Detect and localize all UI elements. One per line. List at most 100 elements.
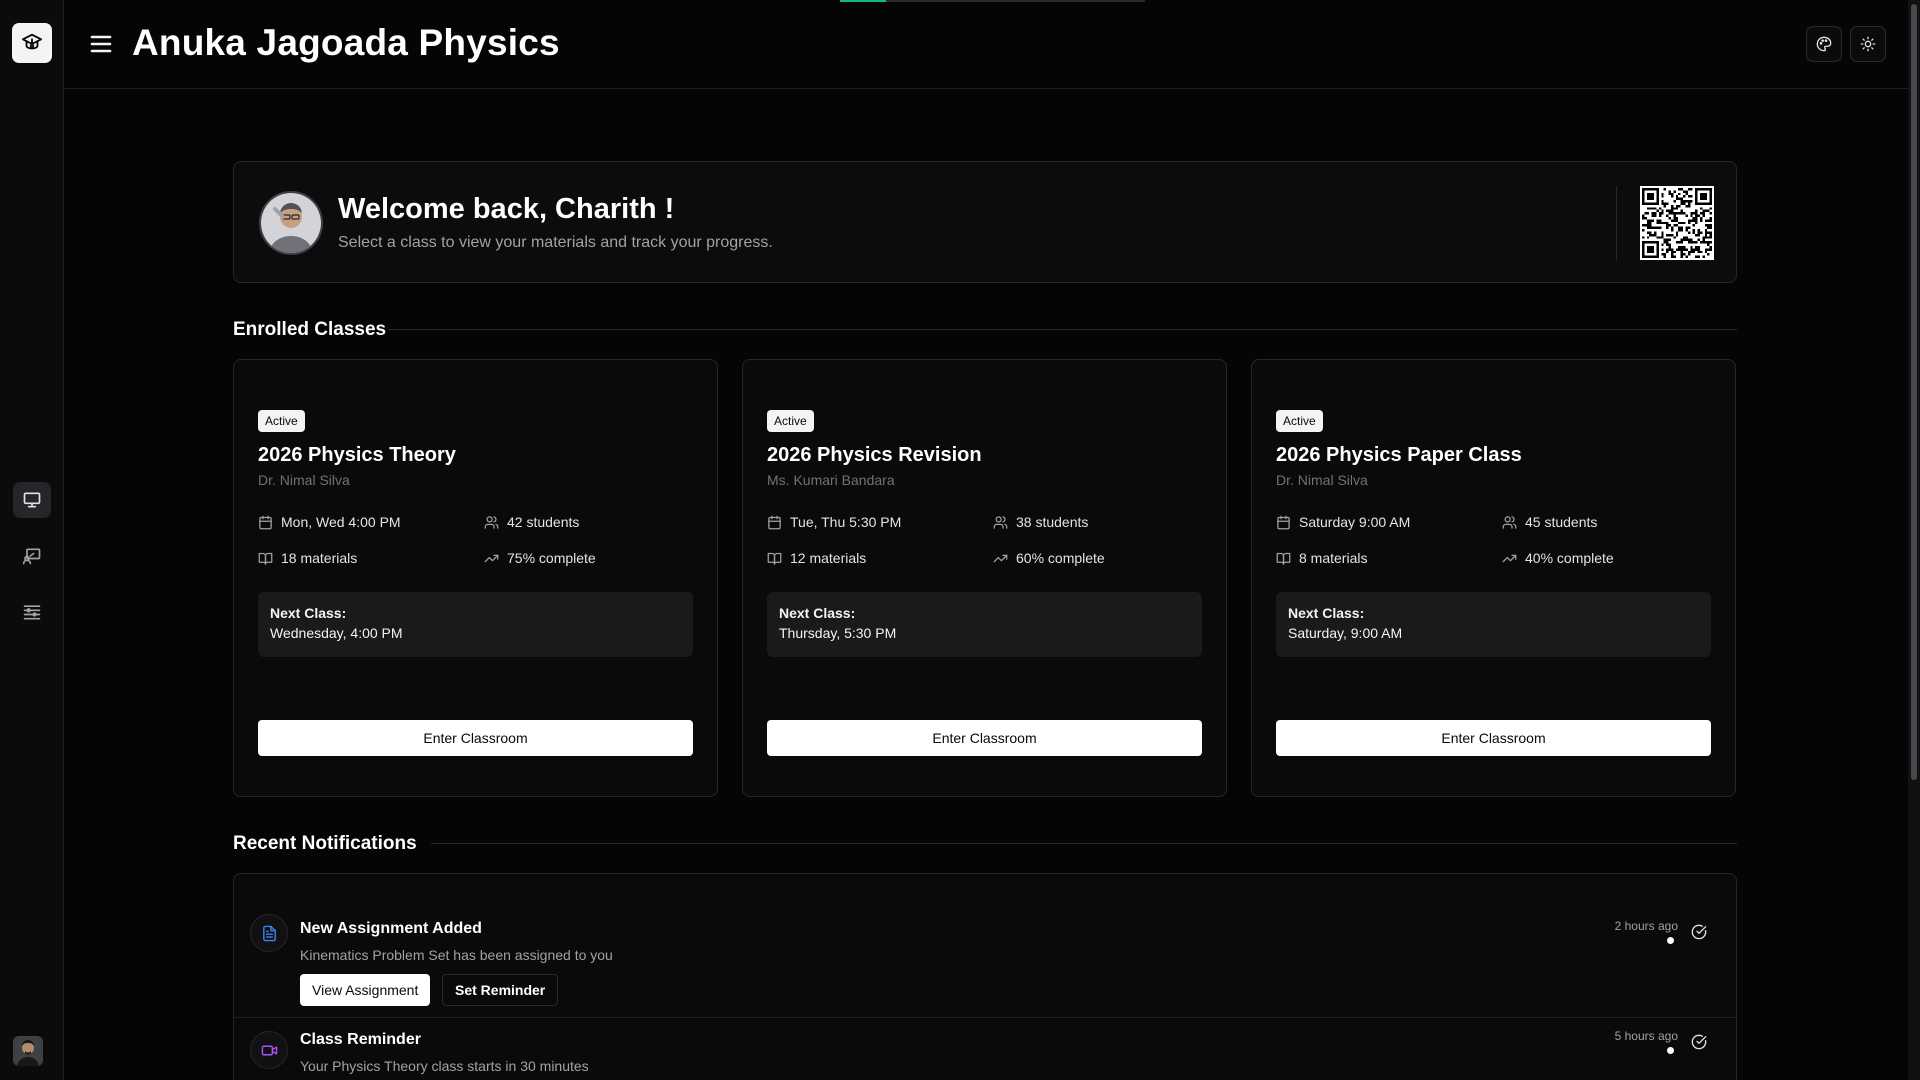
top-header: Anuka Jagoada Physics [64, 0, 1908, 89]
notification-icon [250, 914, 288, 952]
users-icon [484, 515, 499, 529]
enter-classroom-button[interactable]: Enter Classroom [1276, 720, 1711, 756]
notification-title: Class Reminder [300, 1031, 421, 1048]
app-title: Anuka Jagoada Physics [132, 22, 560, 63]
sidebar-item-settings[interactable] [13, 594, 51, 630]
status-badge: Active [1276, 410, 1323, 432]
next-class-time: Saturday, 9:00 AM [1288, 625, 1403, 641]
check-circle-icon [1691, 1034, 1707, 1050]
book-icon [258, 552, 273, 565]
next-class-time: Wednesday, 4:00 PM [270, 625, 403, 641]
class-card: Active 2026 Physics Theory Dr. Nimal Silva… [233, 359, 718, 797]
set-reminder-button[interactable]: Set Reminder [442, 974, 559, 1006]
class-students: 42 students [484, 514, 579, 530]
class-progress: 60% complete [993, 550, 1105, 566]
next-class-label: Next Class: [779, 605, 856, 621]
book-icon [767, 552, 782, 565]
class-title: 2026 Physics Paper Class [1276, 444, 1522, 466]
next-class-time: Thursday, 5:30 PM [779, 625, 897, 641]
presentation-icon [22, 548, 41, 565]
welcome-avatar [259, 191, 323, 255]
section-divider [431, 843, 1737, 844]
recent-notifications-heading: Recent Notifications [233, 833, 417, 854]
notification-title: New Assignment Added [300, 920, 482, 937]
class-schedule: Tue, Thu 5:30 PM [767, 514, 901, 530]
next-class-box: Next Class: Thursday, 5:30 PM [767, 592, 1202, 657]
check-circle-icon [1691, 924, 1707, 940]
enrolled-classes-heading: Enrolled Classes [233, 319, 387, 340]
welcome-subtitle: Select a class to view your materials an… [338, 234, 773, 251]
sidebar [0, 0, 64, 1080]
page-scrollbar[interactable] [1908, 0, 1920, 1080]
trending-up-icon [1502, 554, 1517, 562]
menu-toggle-button[interactable] [84, 28, 118, 60]
calendar-icon [259, 515, 272, 529]
schedule-text: Tue, Thu 5:30 PM [790, 514, 902, 530]
students-text: 38 students [1016, 514, 1089, 530]
app-logo[interactable] [12, 23, 52, 63]
class-materials: 12 materials [767, 550, 866, 566]
class-teacher: Dr. Nimal Silva [1276, 472, 1368, 488]
class-progress: 40% complete [1502, 550, 1614, 566]
class-schedule: Saturday 9:00 AM [1276, 514, 1410, 530]
sidebar-item-presentations[interactable] [13, 538, 51, 574]
notification-item[interactable]: Class Reminder Your Physics Theory class… [234, 1019, 1736, 1080]
status-badge: Active [767, 410, 814, 432]
class-students: 38 students [993, 514, 1088, 530]
notification-body: Your Physics Theory class starts in 30 m… [300, 1058, 589, 1074]
notification-time: 2 hours ago [1614, 919, 1678, 933]
user-photo-icon [13, 1036, 43, 1066]
loading-progress-fill [840, 0, 886, 2]
users-icon [993, 515, 1008, 529]
class-title: 2026 Physics Theory [258, 444, 456, 466]
class-materials: 18 materials [258, 550, 357, 566]
next-class-box: Next Class: Wednesday, 4:00 PM [258, 592, 693, 657]
notification-body: Kinematics Problem Set has been assigned… [300, 947, 613, 963]
class-schedule: Mon, Wed 4:00 PM [258, 514, 401, 530]
enter-classroom-button[interactable]: Enter Classroom [258, 720, 693, 756]
class-card: Active 2026 Physics Paper Class Dr. Nimal … [1251, 359, 1736, 797]
theme-palette-button[interactable] [1806, 26, 1842, 62]
enter-classroom-button[interactable]: Enter Classroom [767, 720, 1202, 756]
materials-text: 8 materials [1299, 550, 1368, 566]
palette-icon [1816, 36, 1832, 52]
mark-read-button[interactable] [1690, 1033, 1708, 1051]
class-students: 45 students [1502, 514, 1597, 530]
sidebar-item-classes[interactable] [13, 482, 51, 518]
mark-read-button[interactable] [1690, 923, 1708, 941]
class-title: 2026 Physics Revision [767, 444, 982, 466]
video-icon [261, 1045, 277, 1055]
progress-text: 60% complete [1016, 550, 1105, 566]
monitor-icon [23, 492, 41, 508]
next-class-label: Next Class: [270, 605, 347, 621]
user-photo-icon [261, 193, 321, 253]
notification-icon [250, 1031, 288, 1069]
theme-toggle-button[interactable] [1850, 26, 1886, 62]
trending-up-icon [484, 554, 499, 562]
unread-indicator [1667, 1047, 1674, 1054]
unread-indicator [1667, 937, 1674, 944]
students-text: 45 students [1525, 514, 1598, 530]
loading-progress-bar [840, 0, 1145, 2]
qr-code[interactable] [1640, 186, 1714, 260]
schedule-text: Saturday 9:00 AM [1299, 514, 1411, 530]
notification-item[interactable]: New Assignment Added Kinematics Problem … [234, 896, 1736, 1018]
section-divider [388, 329, 1737, 330]
qr-code-icon [1642, 188, 1712, 258]
notification-time: 5 hours ago [1614, 1029, 1678, 1043]
app-root: Anuka Jagoada Physics Welcome back, Char… [0, 0, 1920, 1080]
user-avatar[interactable] [13, 1036, 43, 1066]
welcome-title: Welcome back, Charith ! [338, 193, 675, 225]
document-icon [262, 925, 276, 941]
calendar-icon [768, 515, 781, 529]
view-assignment-button[interactable]: View Assignment [300, 974, 431, 1006]
next-class-label: Next Class: [1288, 605, 1365, 621]
sun-icon [1860, 36, 1876, 52]
class-teacher: Dr. Nimal Silva [258, 472, 350, 488]
schedule-text: Mon, Wed 4:00 PM [281, 514, 401, 530]
progress-text: 40% complete [1525, 550, 1614, 566]
welcome-divider [1616, 186, 1617, 260]
progress-text: 75% complete [507, 550, 596, 566]
book-icon [1276, 552, 1291, 565]
scrollbar-thumb[interactable] [1911, 4, 1917, 780]
